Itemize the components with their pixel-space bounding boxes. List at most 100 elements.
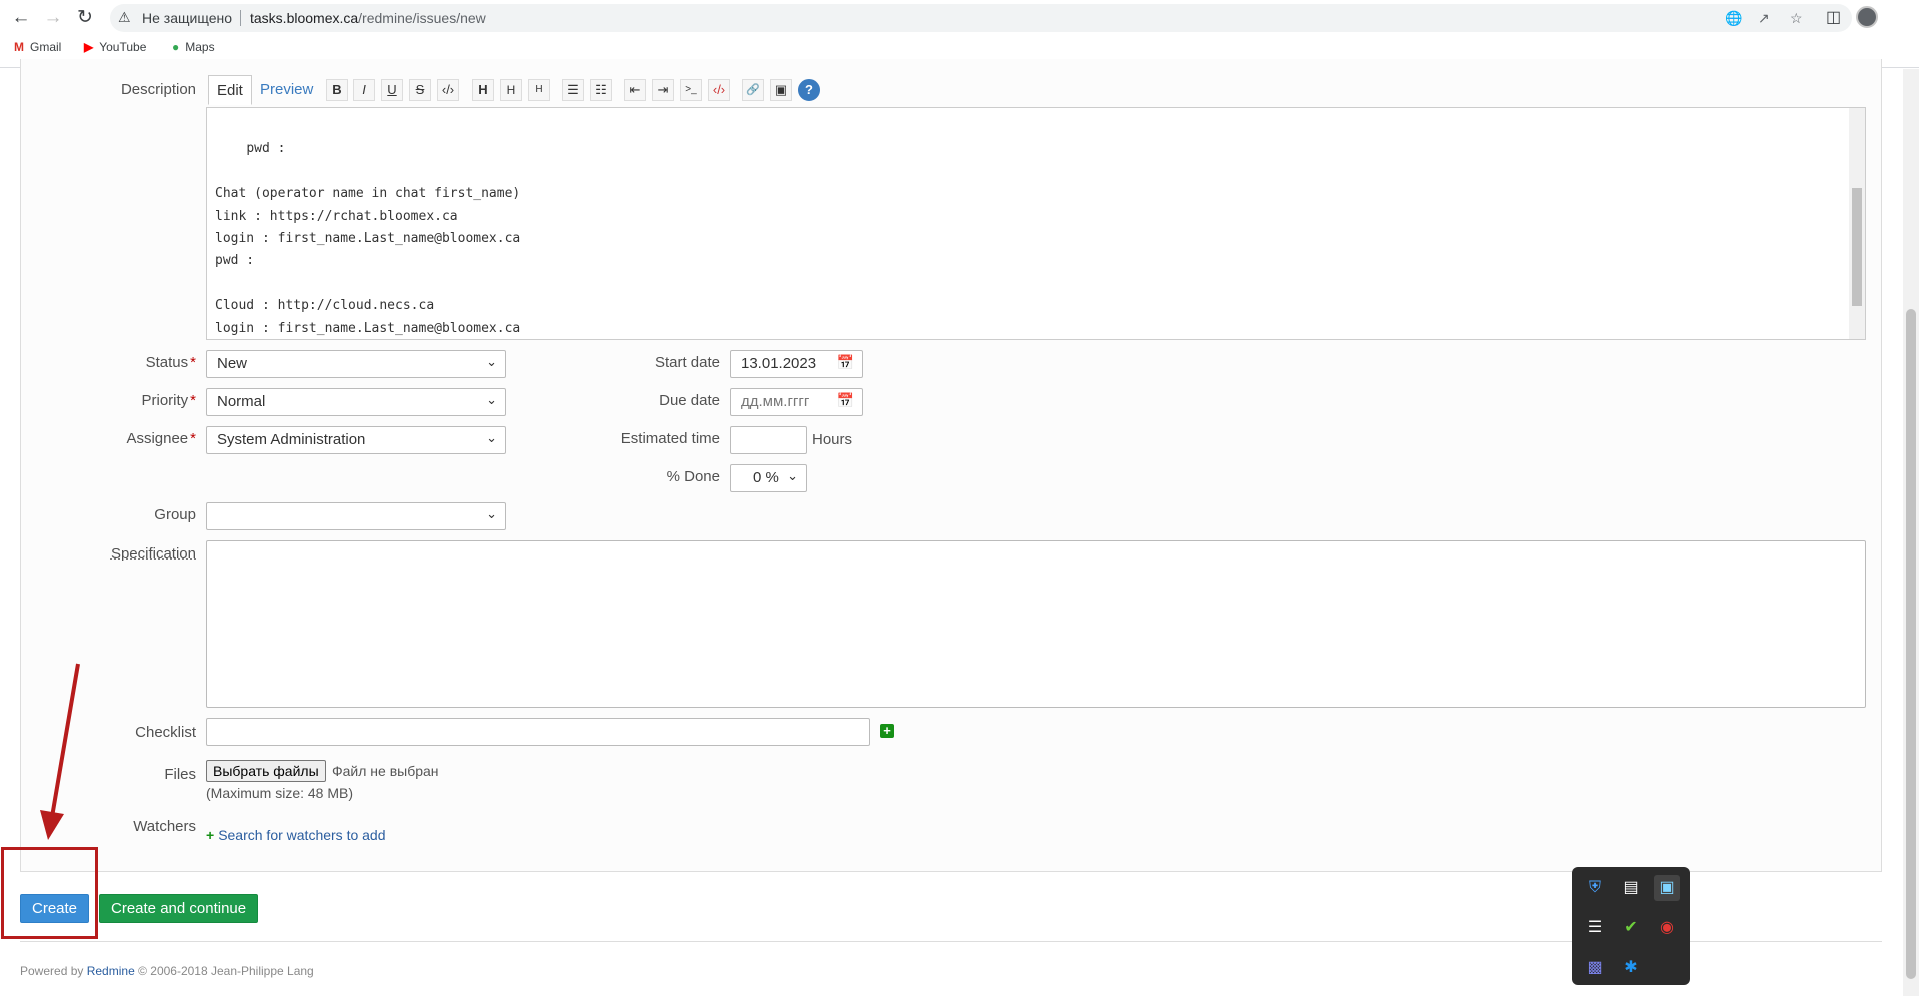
page-scroll-thumb[interactable] [1906, 309, 1916, 979]
heading3-icon[interactable]: H [528, 79, 550, 101]
underline-icon[interactable]: U [381, 79, 403, 101]
status-label-text: Status [145, 354, 189, 371]
footer-powered: Powered by [20, 964, 84, 978]
system-tray-overflow: ⛨ ▤ ▣ ☰ ✔ ◉ ▩ ✱ [1572, 867, 1690, 985]
url-text[interactable]: tasks.bloomex.ca/redmine/issues/new [250, 10, 486, 26]
required-mark: * [190, 392, 196, 409]
create-and-continue-button[interactable]: Create and continue [99, 894, 259, 923]
forward-arrow-icon[interactable]: → [42, 7, 64, 29]
bold-icon[interactable]: B [326, 79, 348, 101]
add-checklist-icon[interactable]: + [880, 724, 894, 738]
assignee-value: System Administration [217, 431, 366, 448]
security-check-icon[interactable]: ✔ [1618, 915, 1644, 941]
bullet-list-icon[interactable]: ☰ [562, 79, 584, 101]
warning-icon: ⚠ [118, 9, 131, 25]
translate-icon[interactable]: 🌐 [1725, 10, 1742, 27]
chevron-down-icon: ⌄ [486, 392, 497, 407]
done-ratio-value: 0 % [753, 469, 779, 486]
omnibox-separator [240, 10, 241, 26]
bookmark-maps-label: Maps [185, 40, 215, 54]
status-value: New [217, 355, 248, 372]
outdent-icon[interactable]: ⇤ [624, 79, 646, 101]
address-bar[interactable]: ⚠ Не защищено tasks.bloomex.ca/redmine/i… [110, 4, 1852, 32]
chevron-down-icon: ⌄ [486, 354, 497, 369]
choose-files-button[interactable]: Выбрать файлы [206, 760, 326, 782]
bookmark-maps[interactable]: ● Maps [172, 40, 215, 54]
annotation-arrow-head [40, 810, 64, 840]
image-icon[interactable]: ▣ [770, 79, 792, 101]
code-block-icon[interactable]: >_ [680, 79, 702, 101]
start-date-input[interactable]: 13.01.2023 📅 [730, 350, 863, 378]
html-code-icon[interactable]: ‹/› [708, 79, 730, 101]
inline-code-icon[interactable]: ‹/› [437, 79, 459, 101]
textarea-scroll-thumb[interactable] [1852, 188, 1862, 306]
estimated-time-input[interactable] [730, 426, 807, 454]
done-ratio-select[interactable]: 0 % ⌄ [730, 464, 807, 492]
issue-form-page: Description Edit Preview B I U S ‹/› H H… [0, 59, 1900, 996]
page-scrollbar[interactable] [1903, 69, 1919, 996]
media-icon[interactable]: ☰ [1582, 915, 1608, 941]
calendar-icon[interactable]: 📅 [837, 354, 854, 371]
url-host: tasks.bloomex.ca [250, 10, 359, 26]
back-arrow-icon[interactable]: ← [10, 7, 32, 29]
assignee-label-text: Assignee [126, 430, 189, 447]
chevron-down-icon: ⌄ [787, 468, 798, 483]
plus-icon: + [206, 827, 215, 843]
priority-label: Priority * [16, 392, 196, 409]
network-monitor-icon[interactable]: ▤ [1618, 875, 1644, 901]
checklist-input[interactable] [206, 718, 870, 746]
indent-icon[interactable]: ⇥ [652, 79, 674, 101]
start-date-value: 13.01.2023 [741, 355, 817, 372]
priority-value: Normal [217, 393, 266, 410]
url-path: /redmine/issues/new [358, 10, 486, 26]
strikethrough-icon[interactable]: S [409, 79, 431, 101]
estimated-time-label: Estimated time [620, 430, 720, 447]
link-icon[interactable]: 🔗 [742, 79, 764, 101]
start-date-label: Start date [654, 354, 720, 371]
required-mark: * [190, 354, 196, 371]
redmine-link[interactable]: Redmine [87, 964, 135, 978]
chevron-down-icon: ⌄ [486, 506, 497, 521]
status-select[interactable]: New ⌄ [206, 350, 506, 378]
teams-icon[interactable]: ▩ [1582, 955, 1608, 981]
tab-preview[interactable]: Preview [252, 75, 321, 105]
footer-copyright: © 2006-2018 Jean-Philippe Lang [138, 964, 314, 978]
bluetooth-icon[interactable]: ✱ [1618, 955, 1644, 981]
heading1-icon[interactable]: H [472, 79, 494, 101]
textarea-scrollbar[interactable] [1849, 108, 1865, 339]
calendar-icon[interactable]: 📅 [837, 392, 854, 409]
help-icon[interactable]: ? [798, 79, 820, 101]
share-icon[interactable]: ↗ [1758, 10, 1770, 27]
specification-label: Specification [110, 545, 196, 562]
mcafee-icon[interactable]: ◉ [1654, 915, 1680, 941]
reload-icon[interactable]: ↻ [74, 7, 96, 29]
description-text: pwd : Chat (operator name in chat first_… [215, 141, 521, 336]
assignee-select[interactable]: System Administration ⌄ [206, 426, 506, 454]
app-cube-icon[interactable]: ▣ [1654, 875, 1680, 901]
specification-textarea[interactable] [206, 540, 1866, 708]
description-textarea[interactable]: pwd : Chat (operator name in chat first_… [206, 107, 1866, 340]
search-watchers-text: Search for watchers to add [218, 827, 386, 843]
heading2-icon[interactable]: H [500, 79, 522, 101]
annotation-arrow [40, 663, 80, 840]
side-panel-icon[interactable]: ◫ [1826, 7, 1841, 27]
defender-warning-icon[interactable]: ⛨ [1582, 875, 1608, 901]
search-watchers-link[interactable]: + Search for watchers to add [206, 827, 386, 843]
due-date-label: Due date [659, 392, 720, 409]
italic-icon[interactable]: I [353, 79, 375, 101]
due-date-input[interactable]: дд.мм.гггг 📅 [730, 388, 863, 416]
group-select[interactable]: ⌄ [206, 502, 506, 530]
profile-avatar[interactable] [1856, 6, 1878, 28]
bookmark-youtube[interactable]: ▶ YouTube [84, 40, 146, 54]
status-label: Status * [16, 354, 196, 371]
done-ratio-label: % Done [666, 468, 720, 485]
due-date-placeholder: дд.мм.гггг [741, 393, 810, 410]
browser-chrome: ← → ↻ ⚠ Не защищено tasks.bloomex.ca/red… [0, 0, 1919, 68]
bookmark-star-icon[interactable]: ☆ [1790, 10, 1803, 27]
numbered-list-icon[interactable]: ☷ [590, 79, 612, 101]
priority-select[interactable]: Normal ⌄ [206, 388, 506, 416]
footer: Powered by Redmine © 2006-2018 Jean-Phil… [20, 964, 314, 978]
gmail-icon: M [14, 40, 24, 54]
bookmark-gmail[interactable]: M Gmail [14, 40, 61, 54]
tab-edit[interactable]: Edit [208, 75, 252, 105]
